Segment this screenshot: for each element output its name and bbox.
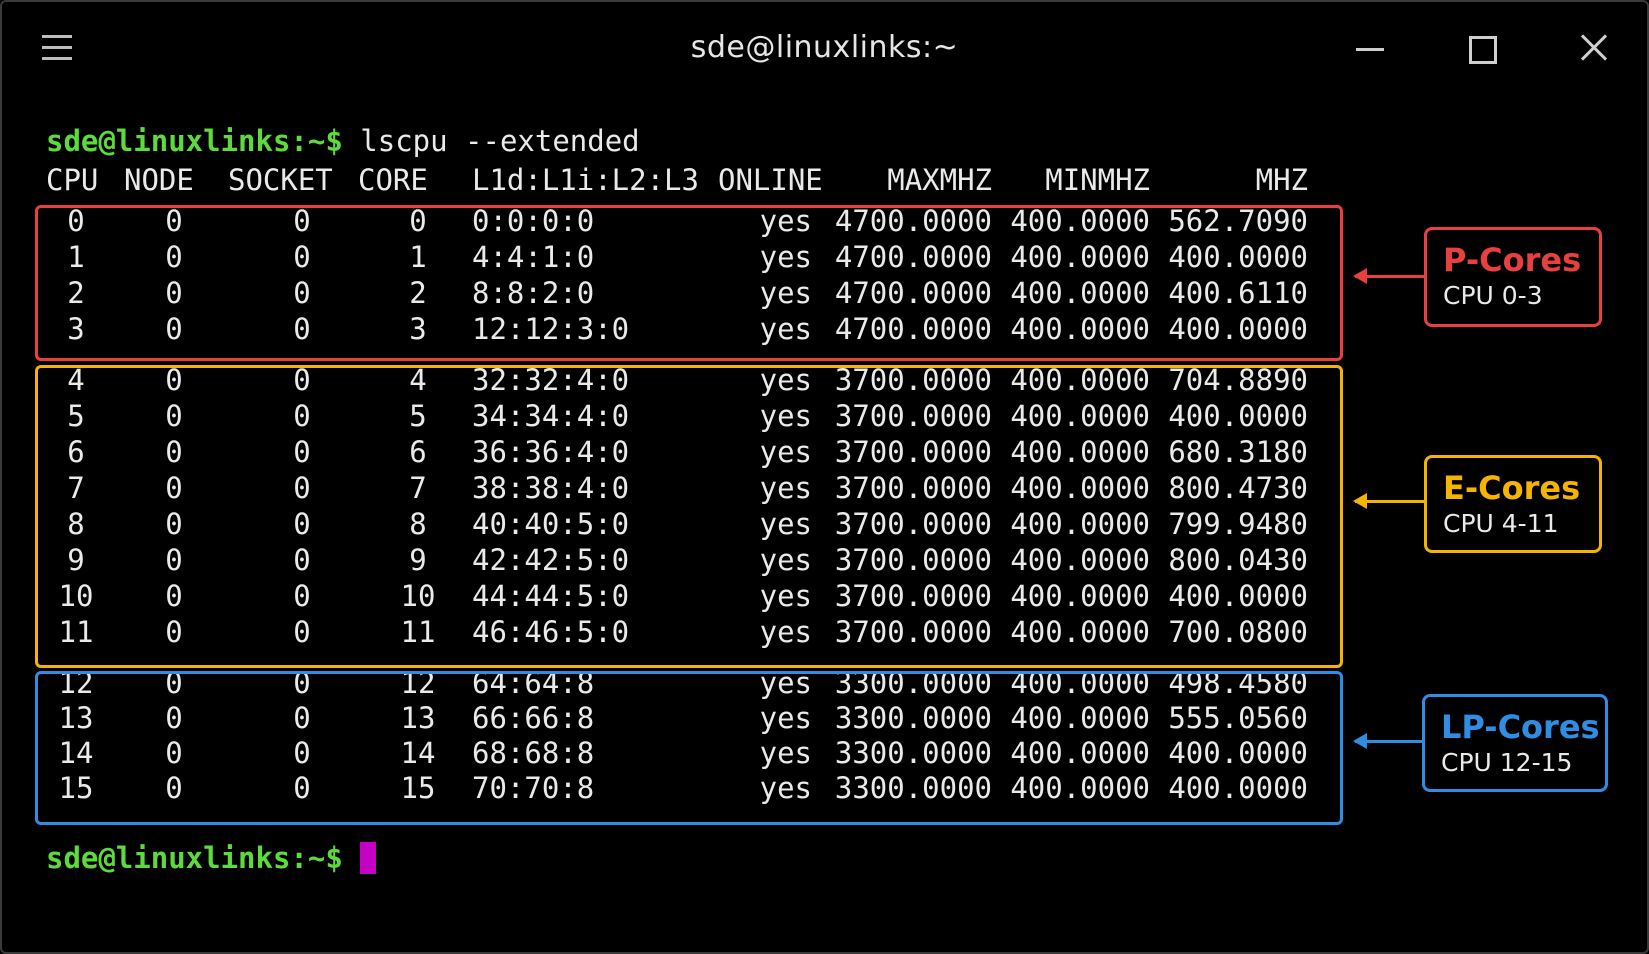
command-line: sde@linuxlinks:~$ lscpu --extended [46,123,640,159]
lp-cores-title: LP-Cores [1441,708,1600,746]
lp-cores-subtitle: CPU 12-15 [1441,748,1573,777]
command-text: lscpu --extended [360,124,640,158]
e-cores-title: E-Cores [1443,469,1581,507]
p-cores-highlight-box [35,205,1343,361]
p-cores-subtitle: CPU 0-3 [1443,281,1543,310]
p-cores-title: P-Cores [1443,241,1582,279]
text-cursor [359,842,376,874]
header-socket: SOCKET [228,163,333,197]
e-cores-highlight-box [35,365,1343,668]
header-cache: L1d:L1i:L2:L3 [472,163,699,197]
p-cores-label: P-Cores CPU 0-3 [1424,227,1602,327]
header-cpu: CPU [46,163,99,197]
maximize-icon[interactable] [1462,30,1502,70]
lp-cores-label: LP-Cores CPU 12-15 [1422,694,1608,792]
p-cores-arrow-icon [1353,268,1424,284]
e-cores-arrow-icon [1353,493,1424,509]
current-prompt-line[interactable]: sde@linuxlinks:~$ [46,840,376,876]
minimize-icon[interactable] [1350,30,1390,70]
shell-prompt: sde@linuxlinks:~$ [46,841,343,875]
header-online: ONLINE [718,163,823,197]
lp-cores-highlight-box [35,671,1343,825]
title-bar: sde@linuxlinks:~ [2,2,1647,102]
terminal-window: sde@linuxlinks:~ sde@linuxlinks:~$ lscpu… [0,0,1649,954]
shell-prompt: sde@linuxlinks:~$ [46,124,343,158]
e-cores-subtitle: CPU 4-11 [1443,509,1559,538]
header-node: NODE [124,163,194,197]
lp-cores-arrow-icon [1353,733,1422,749]
e-cores-label: E-Cores CPU 4-11 [1424,455,1602,553]
window-title: sde@linuxlinks:~ [690,30,959,65]
header-core: CORE [358,163,428,197]
header-mhz: MHZ [1255,163,1308,197]
header-maxmhz: MAXMHZ [887,163,992,197]
close-icon[interactable] [1574,30,1614,70]
header-minmhz: MINMHZ [1045,163,1150,197]
